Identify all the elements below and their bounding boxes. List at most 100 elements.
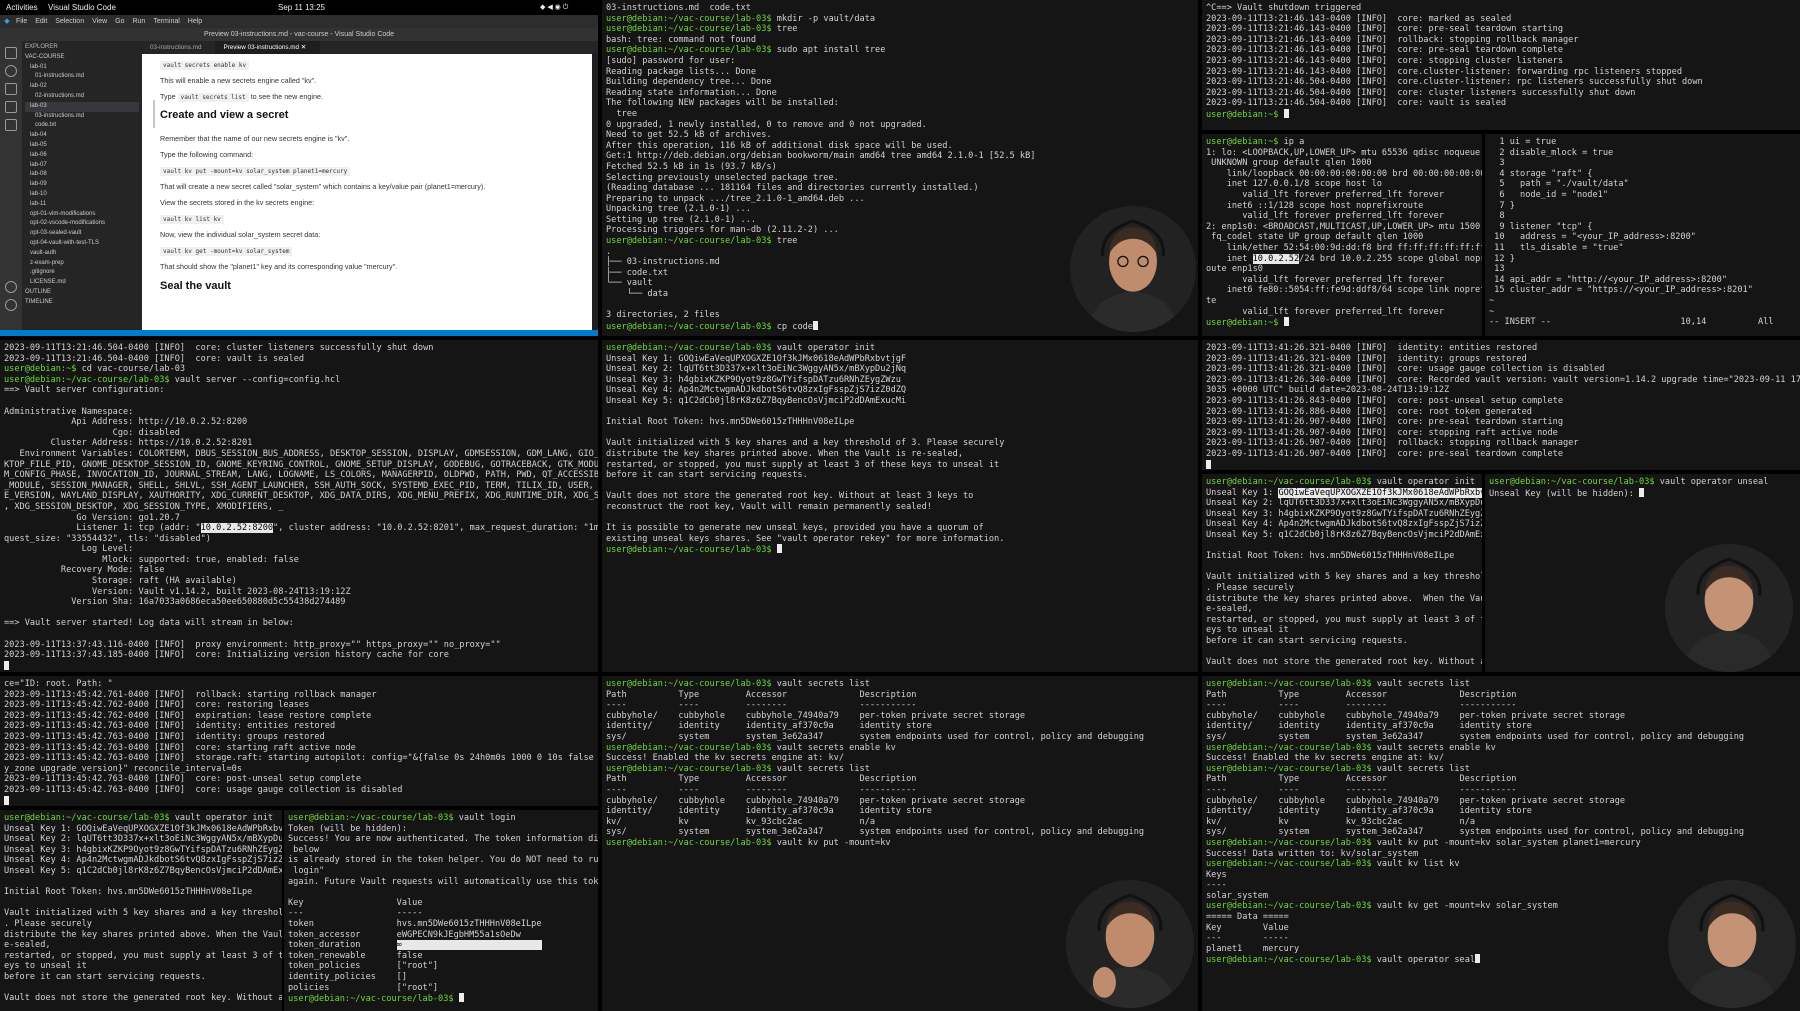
close-icon[interactable]: ✕ (301, 44, 306, 51)
preview-text: Type vault secrets list to see the new e… (160, 92, 323, 102)
explorer-item[interactable]: 01-instructions.md (25, 72, 139, 82)
run-debug-icon[interactable] (5, 101, 17, 113)
status-bar (0, 330, 598, 336)
terminal-output: user@debian:~/vac-course/lab-03$ vault o… (4, 813, 282, 1004)
terminal-panel-7c[interactable]: user@debian:~/vac-course/lab-03$ vault l… (284, 810, 598, 1011)
menu-item-view[interactable]: View (92, 18, 107, 25)
terminal-output: user@debian:~$ ip a 1: lo: <LOOPBACK,UP,… (1206, 137, 1482, 329)
code-snippet: vault kv put -mount=kv solar_system plan… (160, 167, 351, 176)
explorer-item[interactable]: lab-06 (25, 151, 139, 161)
preview-text: Type the following command: (160, 150, 254, 159)
markdown-preview: vault secrets enable kv This will enable… (142, 54, 592, 330)
explorer-item[interactable]: lab-02 (25, 82, 139, 92)
explorer-item[interactable]: lab-10 (25, 190, 139, 200)
presenter-webcam (1070, 206, 1196, 332)
menu-item-help[interactable]: Help (188, 18, 202, 25)
source-control-icon[interactable] (5, 83, 17, 95)
explorer-item[interactable]: lab-08 (25, 170, 139, 180)
explorer-item[interactable]: OUTLINE (25, 288, 139, 298)
explorer-item[interactable]: VAC-COURSE (25, 53, 139, 63)
vscode-menubar: ◆ File Edit Selection View Go Run Terminal Help (0, 15, 598, 28)
code-snippet: vault kv list kv (160, 215, 224, 224)
explorer-item[interactable]: lab-07 (25, 161, 139, 171)
explorer-item[interactable]: 02-instructions.md (25, 92, 139, 102)
terminal-output: 2023-09-11T13:41:26.321-0400 [INFO] iden… (1202, 340, 1800, 470)
window-title: Preview 03-instructions.md - vac-course … (0, 28, 598, 41)
vim-editor-panel[interactable]: 1 ui = true 2 disable_mlock = true 3 4 s… (1485, 134, 1800, 336)
gear-icon[interactable] (5, 299, 17, 311)
app-menu[interactable]: Visual Studio Code (48, 0, 116, 15)
files-icon[interactable] (5, 47, 17, 59)
code-snippet: vault kv get -mount=kv solar_system (160, 247, 293, 256)
explorer-title: EXPLORER (25, 44, 58, 50)
terminal-panel-5[interactable]: user@debian:~/vac-course/lab-03$ vault o… (602, 340, 1198, 672)
terminal-panel-6b[interactable]: user@debian:~/vac-course/lab-03$ vault o… (1202, 474, 1482, 672)
heading-create-secret: Create and view a secret (160, 109, 289, 121)
terminal-panel-7b[interactable]: user@debian:~/vac-course/lab-03$ vault o… (0, 810, 282, 1011)
gnome-top-bar: Activities Visual Studio Code Sep 11 13:… (0, 0, 598, 15)
terminal-panel-6c[interactable]: user@debian:~/vac-course/lab-03$ vault o… (1485, 474, 1800, 672)
explorer-item[interactable]: opt-02-vscode-modifications (25, 219, 139, 229)
explorer-item[interactable]: TIMELINE (25, 298, 139, 308)
activity-bar (0, 41, 22, 330)
editor-tabs: 03-instructions.md Preview 03-instruction… (142, 41, 598, 54)
extensions-icon[interactable] (5, 119, 17, 131)
explorer-item[interactable]: opt-03-sealed-vault (25, 229, 139, 239)
heading-seal-vault: Seal the vault (160, 280, 231, 292)
explorer-item[interactable]: lab-01 (25, 63, 139, 73)
menu-item-terminal[interactable]: Terminal (153, 18, 179, 25)
terminal-output: user@debian:~/vac-course/lab-03$ vault o… (606, 343, 1005, 556)
terminal-panel-8[interactable]: user@debian:~/vac-course/lab-03$ vault s… (602, 676, 1198, 1011)
explorer-item[interactable]: vault-auth (25, 249, 139, 259)
explorer-panel: EXPLORER VAC-COURSE lab-01 01-instructions… (22, 41, 142, 330)
terminal-output: ce="ID: root. Path: " 2023-09-11T13:45:4… (0, 676, 598, 806)
vscode-window: Activities Visual Studio Code Sep 11 13:… (0, 0, 598, 336)
preview-text: Now, view the individual solar_system se… (160, 230, 321, 239)
terminal-output: user@debian:~/vac-course/lab-03$ vault o… (1489, 477, 1769, 499)
account-icon[interactable] (5, 281, 17, 293)
menu-item-file[interactable]: File (16, 18, 27, 25)
explorer-item[interactable]: lab-03 (25, 101, 139, 112)
explorer-item[interactable]: LICENSE.md (25, 278, 139, 288)
terminal-panel-3a[interactable]: ^C==> Vault shutdown triggered 2023-09-1… (1202, 0, 1800, 130)
terminal-output: ^C==> Vault shutdown triggered 2023-09-1… (1206, 3, 1703, 120)
heading-rule (153, 100, 155, 128)
explorer-item[interactable]: 03-instructions.md (25, 112, 139, 122)
explorer-item[interactable]: lab-11 (25, 200, 139, 210)
explorer-item[interactable]: opt-04-vault-with-test-TLS (25, 239, 139, 249)
terminal-panel-3b[interactable]: user@debian:~$ ip a 1: lo: <LOOPBACK,UP,… (1202, 134, 1482, 336)
terminal-panel-2[interactable]: 03-instructions.md code.txt user@debian:… (602, 0, 1198, 336)
code-snippet: vault secrets enable kv (160, 61, 250, 70)
tab-instructions[interactable]: 03-instructions.md (142, 41, 215, 54)
activities-button[interactable]: Activities (6, 0, 38, 15)
terminal-output: user@debian:~/vac-course/lab-03$ vault o… (1202, 474, 1482, 671)
vim-config-hcl: 1 ui = true 2 disable_mlock = true 3 4 s… (1489, 137, 1774, 328)
preview-text: Remember that the name of our new secret… (160, 134, 350, 143)
menu-item-run[interactable]: Run (132, 18, 145, 25)
preview-text: That will create a new secret called "so… (160, 182, 486, 191)
explorer-item[interactable]: lab-04 (25, 131, 139, 141)
presenter-webcam (1668, 880, 1796, 1008)
explorer-item[interactable]: opt-01-vim-modifications (25, 210, 139, 220)
menu-item-selection[interactable]: Selection (55, 18, 84, 25)
terminal-output: 2023-09-11T13:21:46.504-0400 [INFO] core… (0, 340, 598, 672)
terminal-panel-6a[interactable]: 2023-09-11T13:41:26.321-0400 [INFO] iden… (1202, 340, 1800, 470)
explorer-item[interactable]: lab-05 (25, 141, 139, 151)
tab-preview[interactable]: Preview 03-instructions.md ✕ (215, 41, 321, 54)
terminal-panel-9[interactable]: user@debian:~/vac-course/lab-03$ vault s… (1202, 676, 1800, 1011)
menu-item-edit[interactable]: Edit (35, 18, 47, 25)
terminal-panel-7a[interactable]: ce="ID: root. Path: " 2023-09-11T13:45:4… (0, 676, 598, 806)
tab-preview-label: Preview 03-instructions.md (223, 44, 300, 51)
explorer-item[interactable]: lab-09 (25, 180, 139, 190)
clock[interactable]: Sep 11 13:25 (278, 0, 325, 15)
explorer-item[interactable]: code.txt (25, 121, 139, 131)
presenter-webcam (1665, 544, 1793, 672)
preview-text: That should show the "planet1" key and i… (160, 262, 398, 271)
explorer-item[interactable]: .gitignore (25, 268, 139, 278)
search-icon[interactable] (5, 65, 17, 77)
explorer-item[interactable]: z-exam-prep (25, 259, 139, 269)
preview-text: This will enable a new secrets engine ca… (160, 76, 317, 85)
menu-item-go[interactable]: Go (115, 18, 124, 25)
system-tray-icon[interactable]: ◆ ◀ ◉ ⏻ (540, 0, 568, 15)
terminal-panel-4[interactable]: 2023-09-11T13:21:46.504-0400 [INFO] core… (0, 340, 598, 672)
